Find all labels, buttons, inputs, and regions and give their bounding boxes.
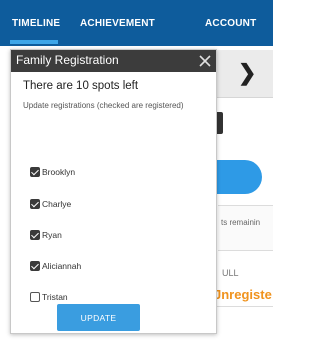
option-ryan[interactable]: Ryan <box>30 227 62 243</box>
checkbox-brooklyn[interactable] <box>30 167 40 177</box>
option-charlye[interactable]: Charlye <box>30 196 71 212</box>
checkbox-aliciannah[interactable] <box>30 261 40 271</box>
tab-achievement[interactable]: ACHIEVEMENT <box>80 0 155 46</box>
instructions-text: Update registrations (checked are regist… <box>23 101 184 110</box>
background-divider <box>215 306 273 307</box>
close-icon[interactable] <box>195 51 215 71</box>
background-unregistered-status: Jnregiste <box>214 287 272 302</box>
background-full-text: ULL <box>222 268 239 278</box>
update-button[interactable]: UPDATE <box>57 304 140 331</box>
spots-remaining-text: There are 10 spots left <box>23 80 139 92</box>
background-nav-row[interactable]: ❯ <box>215 50 273 98</box>
option-brooklyn[interactable]: Brooklyn <box>30 164 75 180</box>
option-label: Tristan <box>42 292 68 302</box>
top-tab-bar: TIMELINE ACHIEVEMENT ACCOUNT <box>0 0 273 46</box>
dialog-header: Family Registration <box>11 50 216 72</box>
chevron-right-icon[interactable]: ❯ <box>238 60 256 86</box>
checkbox-tristan[interactable] <box>30 292 40 302</box>
active-tab-indicator <box>10 40 58 44</box>
checkbox-ryan[interactable] <box>30 230 40 240</box>
option-tristan[interactable]: Tristan <box>30 289 68 305</box>
background-remaining-row: ts remainin <box>218 205 273 251</box>
option-label: Aliciannah <box>42 261 82 271</box>
option-label: Ryan <box>42 230 62 240</box>
family-registration-dialog: Family Registration There are 10 spots l… <box>10 49 217 334</box>
dialog-title: Family Registration <box>16 53 119 67</box>
option-label: Charlye <box>42 199 72 209</box>
tab-account[interactable]: ACCOUNT <box>205 0 256 46</box>
option-aliciannah[interactable]: Aliciannah <box>30 258 81 274</box>
checkbox-charlye[interactable] <box>30 199 40 209</box>
option-label: Brooklyn <box>42 167 76 177</box>
background-remaining-text: ts remainin <box>221 218 261 227</box>
